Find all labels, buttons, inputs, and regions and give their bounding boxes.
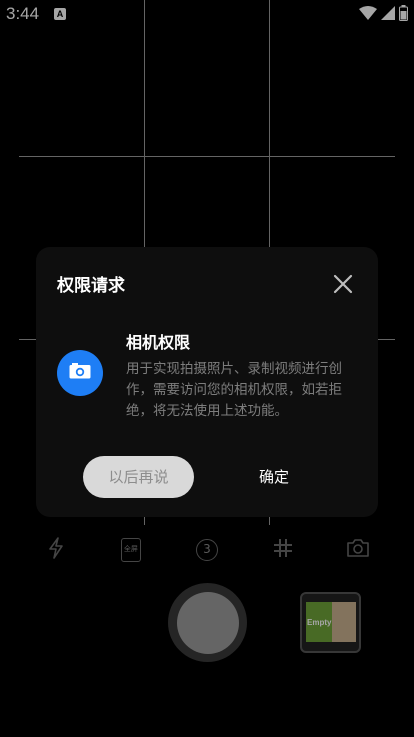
permission-dialog: 权限请求 相机权限 用于实现拍摄照片、录制视频进行创作，需要访问您的相机权限，如… [36, 247, 378, 517]
camera-permission-icon [57, 350, 103, 396]
close-button[interactable] [332, 273, 354, 295]
camera-icon [69, 363, 91, 383]
later-button[interactable]: 以后再说 [83, 456, 194, 498]
permission-description: 用于实现拍摄照片、录制视频进行创作，需要访问您的相机权限，如若拒绝，将无法使用上… [126, 361, 342, 419]
close-icon [332, 274, 354, 299]
permission-title: 相机权限 [126, 333, 191, 352]
confirm-button[interactable]: 确定 [224, 456, 324, 498]
dialog-title: 权限请求 [57, 276, 125, 296]
